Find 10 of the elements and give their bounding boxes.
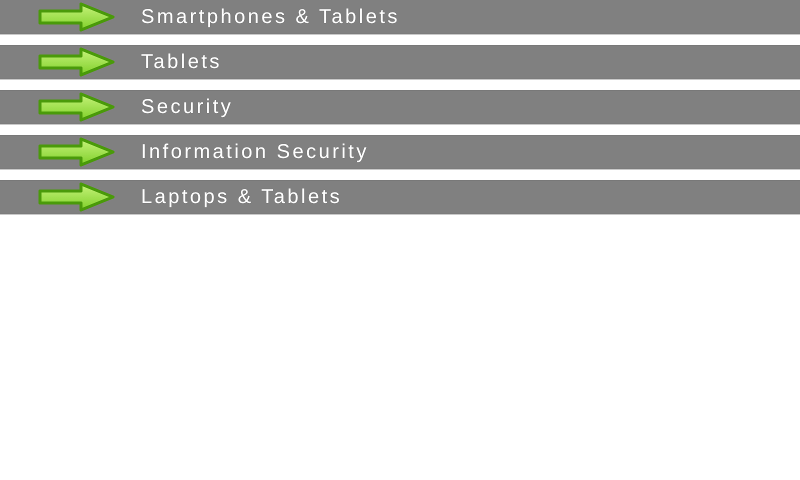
category-item[interactable]: Security <box>0 90 800 125</box>
arrow-icon <box>37 92 115 122</box>
arrow-icon <box>37 47 115 77</box>
arrow-icon <box>37 137 115 167</box>
category-item[interactable]: Tablets <box>0 45 800 80</box>
category-item[interactable]: Information Security <box>0 135 800 170</box>
arrow-icon <box>37 2 115 32</box>
arrow-icon <box>37 182 115 212</box>
category-item[interactable]: Laptops & Tablets <box>0 180 800 215</box>
category-item[interactable]: Smartphones & Tablets <box>0 0 800 35</box>
